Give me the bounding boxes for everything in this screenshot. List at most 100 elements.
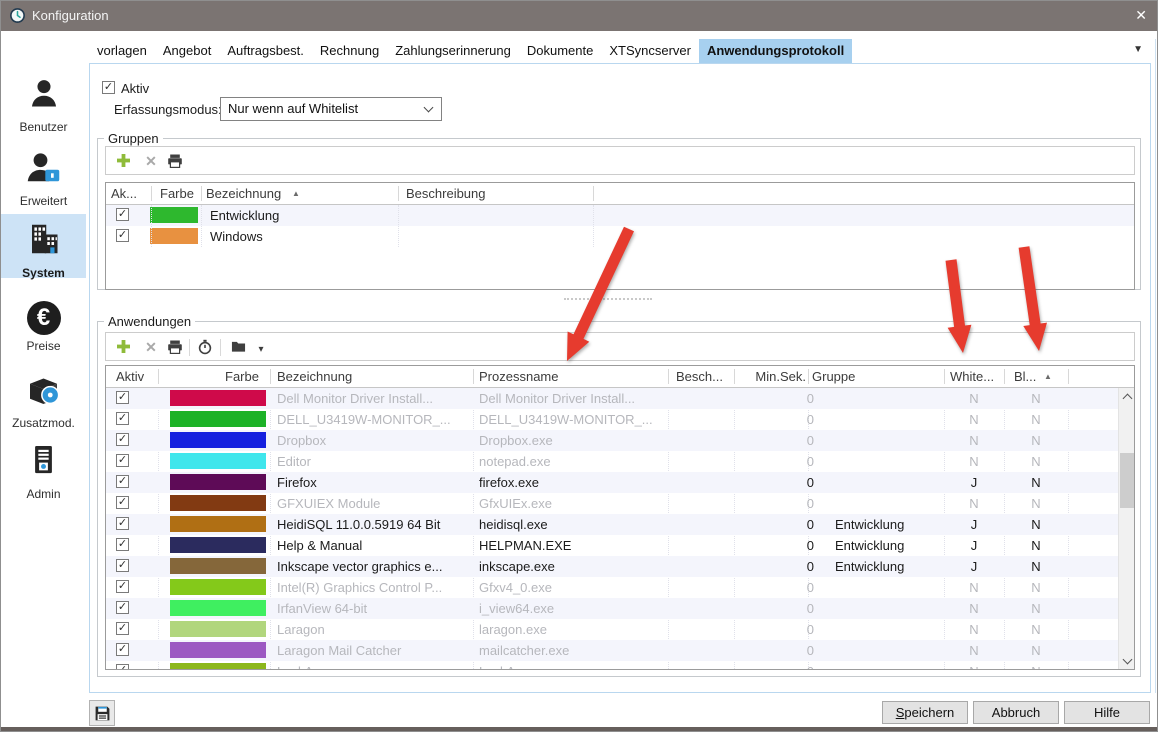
- tab-anwendungsprotokoll[interactable]: Anwendungsprotokoll: [699, 39, 852, 63]
- add-button[interactable]: [114, 339, 132, 357]
- anwendungen-row[interactable]: Editornotepad.exe0NN: [106, 451, 1118, 472]
- column-header-blacklist[interactable]: Bl...: [1014, 369, 1036, 384]
- row-checkbox[interactable]: [116, 538, 129, 551]
- tab-auftragsbest-[interactable]: Auftragsbest.: [219, 39, 312, 63]
- row-checkbox[interactable]: [116, 208, 129, 221]
- delete-button[interactable]: ✕: [142, 153, 160, 171]
- cell-prozessname: firefox.exe: [479, 472, 665, 493]
- color-swatch: [170, 579, 266, 595]
- cell-prozessname: Gfxv4_0.exe: [479, 577, 665, 598]
- scrollbar-thumb[interactable]: [1120, 453, 1135, 508]
- row-checkbox[interactable]: [116, 475, 129, 488]
- abbruch-button[interactable]: Abbruch: [973, 701, 1059, 724]
- speichern-button[interactable]: Speichern: [882, 701, 968, 724]
- row-checkbox[interactable]: [116, 412, 129, 425]
- color-swatch: [170, 600, 266, 616]
- splitter-handle[interactable]: [564, 298, 652, 300]
- cell-bezeichnung: Dell Monitor Driver Install...: [277, 388, 469, 409]
- tab-dokumente[interactable]: Dokumente: [519, 39, 601, 63]
- column-header-minsek[interactable]: Min.Sek.: [716, 369, 806, 384]
- scroll-down-icon[interactable]: [1119, 653, 1135, 669]
- cell-blacklist: N: [1004, 388, 1068, 409]
- print-button[interactable]: [166, 153, 184, 171]
- aktiv-checkbox[interactable]: [102, 81, 115, 94]
- anwendungen-row[interactable]: Dell Monitor Driver Install...Dell Monit…: [106, 388, 1118, 409]
- cell-min-sek: 0: [734, 430, 814, 451]
- column-header-bezeichnung[interactable]: Bezeichnung: [277, 369, 352, 384]
- row-checkbox[interactable]: [116, 601, 129, 614]
- column-separator: [201, 205, 202, 247]
- column-header-prozessname[interactable]: Prozessname: [479, 369, 558, 384]
- tab-angebot[interactable]: Angebot: [155, 39, 219, 63]
- sidebar-item-preise[interactable]: € Preise: [1, 301, 86, 353]
- anwendungen-row[interactable]: DropboxDropbox.exe0NN: [106, 430, 1118, 451]
- sidebar-item-zusatzmod[interactable]: Zusatzmod.: [1, 371, 86, 430]
- gruppen-row[interactable]: Entwicklung: [106, 205, 1134, 226]
- column-header-farbe[interactable]: Farbe: [160, 186, 194, 201]
- row-checkbox[interactable]: [116, 580, 129, 593]
- anwendungen-row[interactable]: DELL_U3419W-MONITOR_...DELL_U3419W-MONIT…: [106, 409, 1118, 430]
- hilfe-button[interactable]: Hilfe: [1064, 701, 1150, 724]
- cell-bezeichnung: Editor: [277, 451, 469, 472]
- anwendungen-row[interactable]: GFXUIEX ModuleGfxUIEx.exe0NN: [106, 493, 1118, 514]
- delete-button[interactable]: ✕: [142, 339, 160, 357]
- sidebar-item-admin[interactable]: Admin: [1, 441, 86, 501]
- tab-vorlagen[interactable]: vorlagen: [89, 39, 155, 63]
- scroll-up-icon[interactable]: [1119, 388, 1135, 404]
- row-checkbox[interactable]: [116, 622, 129, 635]
- sidebar-item-benutzer[interactable]: Benutzer: [1, 75, 86, 134]
- cell-min-sek: 0: [734, 661, 814, 670]
- sidebar-item-erweitert[interactable]: Erweitert: [1, 149, 86, 208]
- column-header-whitelist[interactable]: White...: [950, 369, 994, 384]
- anwendungen-row[interactable]: LockApp.exeLockApp.exe0NN: [106, 661, 1118, 670]
- anwendungen-row[interactable]: Help & ManualHELPMAN.EXE0EntwicklungJN: [106, 535, 1118, 556]
- anwendungen-toolbar: ✕ ▾: [105, 332, 1135, 361]
- column-header-aktiv[interactable]: Ak...: [111, 186, 137, 201]
- column-separator: [201, 186, 202, 201]
- anwendungen-row[interactable]: Inkscape vector graphics e...inkscape.ex…: [106, 556, 1118, 577]
- erfassungsmodus-select[interactable]: Nur wenn auf Whitelist: [220, 97, 442, 121]
- tab-rechnung[interactable]: Rechnung: [312, 39, 387, 63]
- column-header-bezeichnung[interactable]: Bezeichnung: [206, 186, 281, 201]
- anwendungen-row[interactable]: IrfanView 64-biti_view64.exe0NN: [106, 598, 1118, 619]
- column-separator: [270, 369, 271, 384]
- anwendungen-row[interactable]: Firefoxfirefox.exe0JN: [106, 472, 1118, 493]
- column-separator: [593, 186, 594, 201]
- anwendungen-row[interactable]: Intel(R) Graphics Control P...Gfxv4_0.ex…: [106, 577, 1118, 598]
- gruppen-row[interactable]: Windows: [106, 226, 1134, 247]
- save-tool-button[interactable]: [89, 700, 115, 726]
- row-checkbox[interactable]: [116, 664, 129, 670]
- timer-button[interactable]: [196, 339, 214, 357]
- column-header-farbe[interactable]: Farbe: [225, 369, 259, 384]
- column-header-gruppe[interactable]: Gruppe: [812, 369, 855, 384]
- row-checkbox[interactable]: [116, 433, 129, 446]
- folder-button[interactable]: [229, 339, 247, 357]
- tab-zahlungserinnerung[interactable]: Zahlungserinnerung: [387, 39, 519, 63]
- cell-bezeichnung: Dropbox: [277, 430, 469, 451]
- cell-prozessname: heidisql.exe: [479, 514, 665, 535]
- row-checkbox[interactable]: [116, 229, 129, 242]
- sidebar-item-system[interactable]: System: [1, 214, 86, 278]
- tab-xtsyncserver[interactable]: XTSyncserver: [601, 39, 699, 63]
- add-button[interactable]: [114, 153, 132, 171]
- cell-prozessname: GfxUIEx.exe: [479, 493, 665, 514]
- row-checkbox[interactable]: [116, 454, 129, 467]
- tab-overflow-icon[interactable]: ▼: [1133, 44, 1143, 55]
- anwendungen-row[interactable]: Laragon Mail Catchermailcatcher.exe0NN: [106, 640, 1118, 661]
- cell-whitelist: J: [944, 535, 1004, 556]
- column-separator: [473, 369, 474, 384]
- anwendungen-row[interactable]: Laragonlaragon.exe0NN: [106, 619, 1118, 640]
- close-icon[interactable]: ✕: [1135, 7, 1147, 24]
- cell-prozessname: mailcatcher.exe: [479, 640, 665, 661]
- print-button[interactable]: [166, 339, 184, 357]
- row-checkbox[interactable]: [116, 517, 129, 530]
- row-checkbox[interactable]: [116, 496, 129, 509]
- column-header-beschreibung[interactable]: Beschreibung: [406, 186, 486, 201]
- column-header-aktiv[interactable]: Aktiv: [116, 369, 144, 384]
- folder-dropdown-icon[interactable]: ▾: [252, 339, 270, 357]
- row-checkbox[interactable]: [116, 643, 129, 656]
- vertical-scrollbar[interactable]: [1118, 388, 1135, 669]
- anwendungen-row[interactable]: HeidiSQL 11.0.0.5919 64 Bitheidisql.exe0…: [106, 514, 1118, 535]
- row-checkbox[interactable]: [116, 391, 129, 404]
- row-checkbox[interactable]: [116, 559, 129, 572]
